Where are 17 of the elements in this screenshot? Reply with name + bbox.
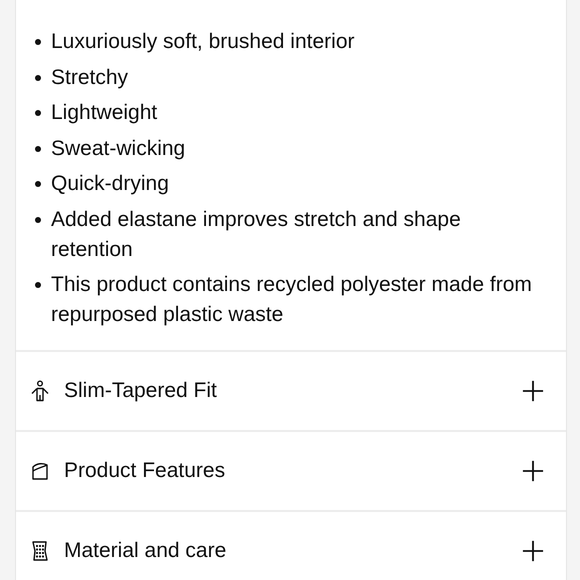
bullet-icon (35, 74, 41, 80)
feature-text: Sweat-wicking (51, 136, 186, 162)
bullet-icon (35, 39, 41, 45)
feature-text: Lightweight (51, 100, 158, 126)
bullet-icon (35, 146, 41, 152)
plus-icon (522, 460, 544, 482)
bullet-icon (35, 181, 41, 187)
plus-icon (522, 540, 544, 562)
bullet-icon (35, 110, 41, 116)
bullet-icon (35, 216, 41, 222)
plus-icon (522, 380, 544, 402)
feature-text: Added elastane improves stretch and shape retention (51, 206, 462, 262)
feature-text: Quick-drying (51, 171, 169, 197)
feature-text: Stretchy (51, 64, 128, 90)
feature-text: Luxuriously soft, brushed interior (51, 29, 354, 55)
bullet-icon (35, 282, 41, 288)
feature-text: This product contains recycled polyester made from repurposed plastic waste (51, 272, 533, 328)
